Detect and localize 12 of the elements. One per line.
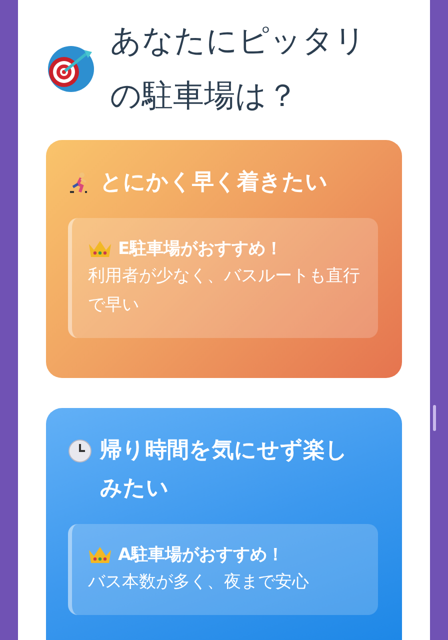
recommendation-title: A駐車場がおすすめ！ <box>118 544 284 567</box>
page-title: あなたにピッタリの駐車場は？ <box>110 22 367 116</box>
dart-target-icon <box>46 44 96 94</box>
scrollbar-thumb[interactable] <box>433 405 436 431</box>
crown-icon <box>88 545 112 565</box>
card-heading: 帰り時間を気にせず楽しみたい <box>100 437 349 503</box>
recommendation-reason: 利用者が少なく、バスルートも直行で早い <box>88 265 361 317</box>
clock-icon <box>68 439 92 463</box>
card-heading: とにかく早く着きたい <box>100 168 328 197</box>
recommendation-title: E駐車場がおすすめ！ <box>118 238 283 261</box>
recommendation-reason: バス本数が多く、夜まで安心 <box>88 571 310 594</box>
crown-icon <box>88 239 112 259</box>
